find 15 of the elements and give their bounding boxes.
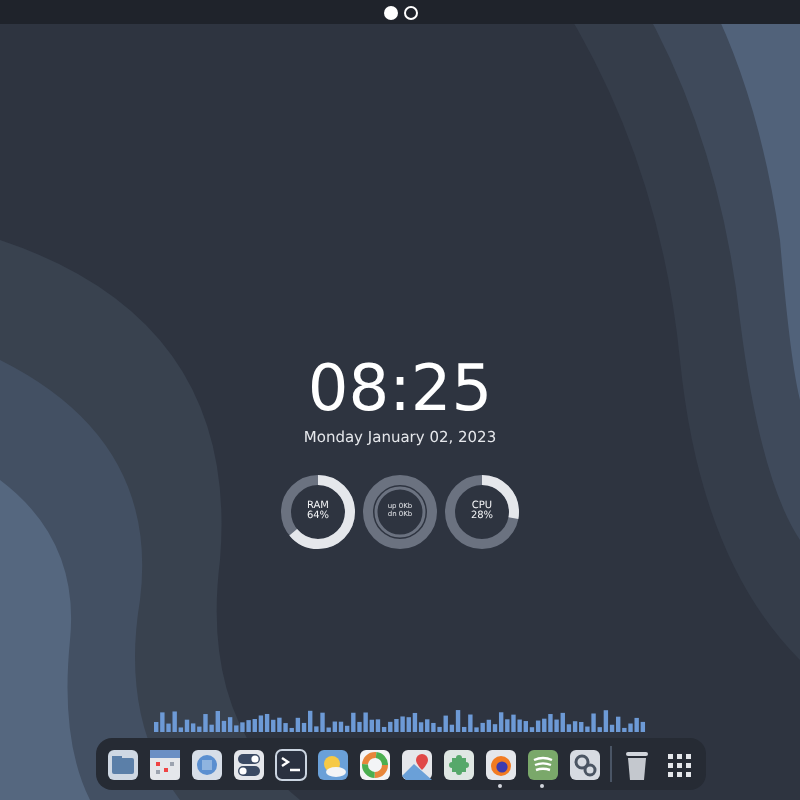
page-indicator[interactable] xyxy=(403,5,417,19)
color-wheel-icon[interactable] xyxy=(357,747,391,781)
puzzle-icon[interactable] xyxy=(441,747,475,781)
clock-time: 08:25 xyxy=(307,352,493,424)
toggles-icon[interactable] xyxy=(231,747,265,781)
terminal-icon[interactable] xyxy=(273,747,307,781)
firefox-icon[interactable] xyxy=(483,747,517,781)
map-pin-icon[interactable] xyxy=(399,747,433,781)
calendar-icon[interactable] xyxy=(147,747,181,781)
weather-icon[interactable] xyxy=(315,747,349,781)
folder-icon[interactable] xyxy=(105,747,139,781)
gears-icon[interactable] xyxy=(567,747,601,781)
page-indicator[interactable] xyxy=(383,5,397,19)
network-ring xyxy=(360,472,440,553)
music-icon[interactable] xyxy=(525,747,559,781)
